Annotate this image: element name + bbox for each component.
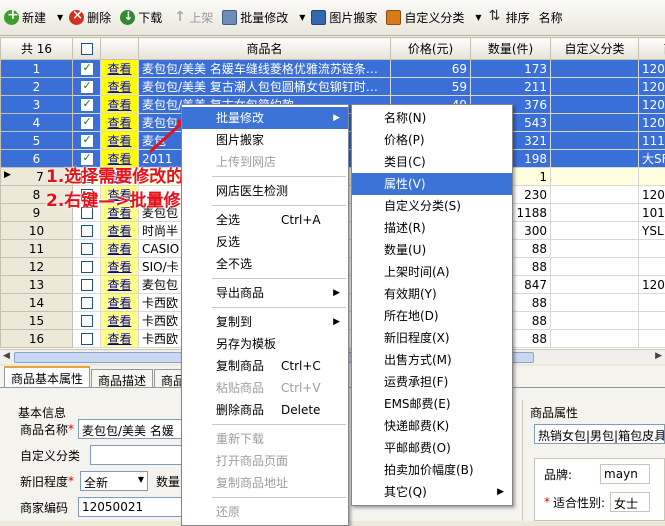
menu-separator	[212, 424, 346, 425]
menu-item-label: 全选	[216, 213, 240, 227]
menu-item-label: 所在地(D)	[384, 309, 439, 323]
menu-separator	[212, 307, 346, 308]
context-menu-item[interactable]: 上传到网店	[182, 151, 348, 173]
submenu-item[interactable]: 自定义分类(S)	[352, 195, 512, 217]
context-menu-item[interactable]: 全不选	[182, 253, 348, 275]
menu-separator	[212, 205, 346, 206]
menu-item-label: 上架时间(A)	[384, 265, 450, 279]
context-menu-item[interactable]: 导出商品 ▶	[182, 282, 348, 304]
menu-item-label: 打开商品页面	[216, 454, 288, 468]
context-menu-item[interactable]: 粘贴商品 Ctrl+V	[182, 377, 348, 399]
context-menu-item[interactable]: 打开商品页面	[182, 450, 348, 472]
context-menu-item[interactable]: 复制商品地址	[182, 472, 348, 494]
menu-item-label: 删除商品	[216, 403, 264, 417]
submenu-item[interactable]: 描述(R)	[352, 217, 512, 239]
context-menu-item[interactable]: 删除商品 Delete	[182, 399, 348, 421]
submenu-arrow-icon: ▶	[333, 282, 340, 304]
menu-item-label: 反选	[216, 235, 240, 249]
menu-item-label: 其它(Q)	[384, 485, 427, 499]
menu-item-label: 网店医生检测	[216, 184, 288, 198]
menu-item-label: 描述(R)	[384, 221, 426, 235]
menu-item-label: 拍卖加价幅度(B)	[384, 463, 474, 477]
submenu-item[interactable]: 运费承担(F)	[352, 371, 512, 393]
submenu-item[interactable]: EMS邮费(E)	[352, 393, 512, 415]
submenu-item[interactable]: 拍卖加价幅度(B)	[352, 459, 512, 481]
context-menu-item[interactable]: 复制到 ▶	[182, 311, 348, 333]
context-menu-item[interactable]: 网店医生检测	[182, 180, 348, 202]
menu-item-label: 复制到	[216, 315, 252, 329]
menu-item-label: 全不选	[216, 257, 252, 271]
submenu-item[interactable]: 其它(Q) ▶	[352, 481, 512, 503]
submenu-item[interactable]: 名称(N)	[352, 107, 512, 129]
context-menu-item[interactable]: 还原	[182, 501, 348, 523]
submenu-arrow-icon: ▶	[333, 311, 340, 333]
arrow-line	[150, 122, 183, 152]
menu-item-label: 复制商品地址	[216, 476, 288, 490]
annotation-step2: 2.右键—>批量修改	[46, 186, 198, 211]
menu-item-label: 导出商品	[216, 286, 264, 300]
context-menu: 批量修改▶图片搬家上传到网店网店医生检测全选Ctrl+A反选全不选导出商品▶复制…	[181, 104, 349, 526]
submenu-item[interactable]: 属性(V)	[352, 173, 512, 195]
context-menu-item[interactable]: 重新下载	[182, 428, 348, 450]
menu-item-label: 还原	[216, 505, 240, 519]
submenu-item[interactable]: 新旧程度(X)	[352, 327, 512, 349]
submenu-item[interactable]: 出售方式(M)	[352, 349, 512, 371]
menu-item-label: 上传到网店	[216, 155, 276, 169]
submenu-item[interactable]: 所在地(D)	[352, 305, 512, 327]
submenu-arrow-icon: ▶	[497, 481, 504, 503]
menu-item-label: 图片搬家	[216, 133, 264, 147]
submenu-arrow-icon: ▶	[333, 107, 340, 129]
menu-item-label: 类目(C)	[384, 155, 426, 169]
menu-item-label: 出售方式(M)	[384, 353, 452, 367]
menu-item-label: 批量修改	[216, 111, 264, 125]
menu-shortcut: Ctrl+V	[281, 377, 321, 399]
context-menu-item[interactable]: 另存为模板	[182, 333, 348, 355]
context-menu-item[interactable]: 图片搬家	[182, 129, 348, 151]
submenu-item[interactable]: 数量(U)	[352, 239, 512, 261]
submenu-item[interactable]: 快递邮费(K)	[352, 415, 512, 437]
menu-shortcut: Ctrl+A	[281, 209, 321, 231]
submenu-item[interactable]: 类目(C)	[352, 151, 512, 173]
menu-item-label: 另存为模板	[216, 337, 276, 351]
menu-item-label: 粘贴商品	[216, 381, 264, 395]
context-menu-item[interactable]: 全选 Ctrl+A	[182, 209, 348, 231]
menu-item-label: 有效期(Y)	[384, 287, 437, 301]
menu-item-label: 名称(N)	[384, 111, 426, 125]
menu-item-label: 自定义分类(S)	[384, 199, 461, 213]
menu-shortcut: Delete	[281, 399, 320, 421]
submenu-item[interactable]: 平邮邮费(O)	[352, 437, 512, 459]
menu-item-label: 平邮邮费(O)	[384, 441, 451, 455]
menu-item-label: 数量(U)	[384, 243, 426, 257]
menu-item-label: 复制商品	[216, 359, 264, 373]
menu-shortcut: Ctrl+C	[281, 355, 321, 377]
submenu-item[interactable]: 有效期(Y)	[352, 283, 512, 305]
context-menu-item[interactable]: 复制商品 Ctrl+C	[182, 355, 348, 377]
menu-separator	[212, 497, 346, 498]
submenu-item[interactable]: 上架时间(A)	[352, 261, 512, 283]
menu-item-label: 运费承担(F)	[384, 375, 448, 389]
context-menu-item[interactable]: 批量修改 ▶	[182, 107, 348, 129]
menu-separator	[212, 176, 346, 177]
menu-item-label: 价格(P)	[384, 133, 425, 147]
submenu-item[interactable]: 价格(P)	[352, 129, 512, 151]
batch-edit-submenu: 名称(N) 价格(P) 类目(C) 属性(V) 自定义分类(S) 描述(R) 数量(U) 上架…	[351, 104, 513, 506]
menu-item-label: 新旧程度(X)	[384, 331, 450, 345]
menu-item-label: EMS邮费(E)	[384, 397, 451, 411]
context-menu-item[interactable]: 反选	[182, 231, 348, 253]
menu-item-label: 重新下载	[216, 432, 264, 446]
menu-item-label: 快递邮费(K)	[384, 419, 449, 433]
menu-item-label: 属性(V)	[384, 177, 426, 191]
menu-separator	[212, 278, 346, 279]
